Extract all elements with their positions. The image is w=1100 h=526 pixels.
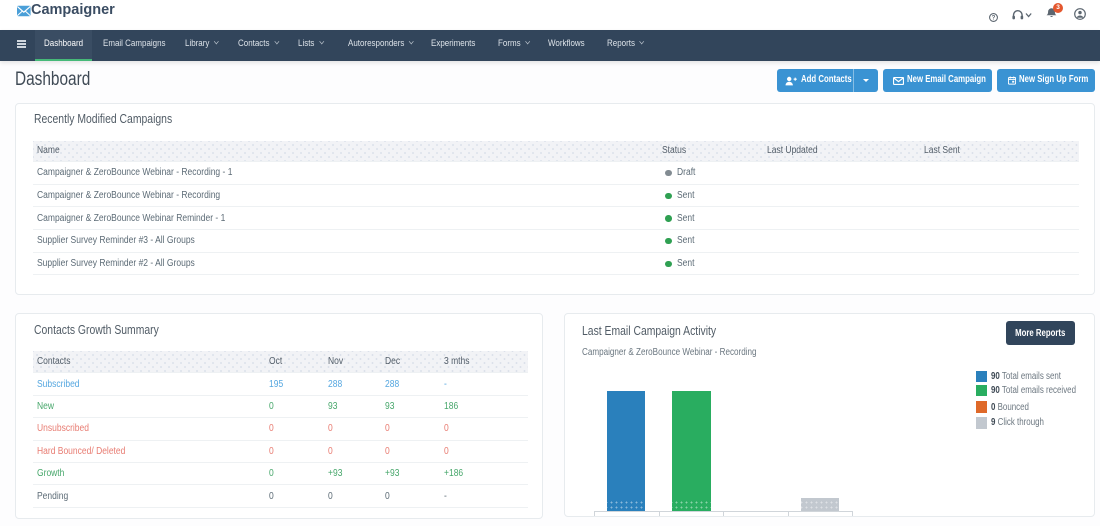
- svg-text:?: ?: [992, 15, 996, 22]
